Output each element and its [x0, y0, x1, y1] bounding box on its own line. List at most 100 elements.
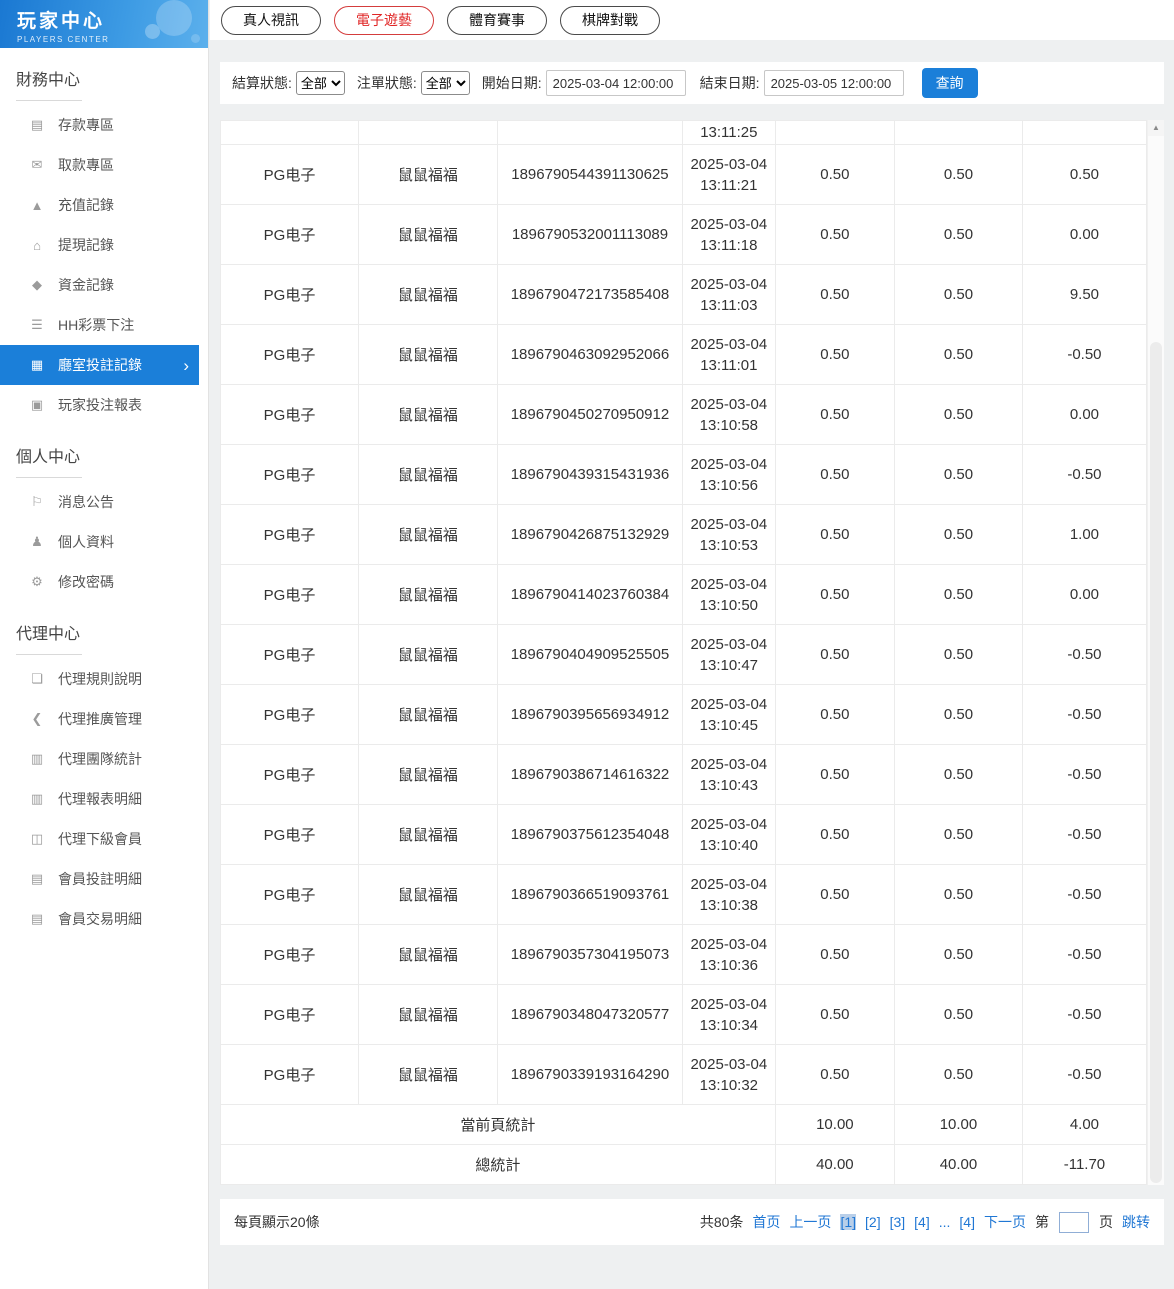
- category-tab[interactable]: 電子遊藝: [334, 5, 434, 35]
- sidebar-header: 玩家中心 PLAYERS CENTER: [0, 0, 208, 48]
- list-icon: ▤: [30, 871, 44, 886]
- chart-icon: ▥: [30, 751, 44, 766]
- sidebar-item-label: HH彩票下注: [58, 317, 135, 333]
- table-scrollbar[interactable]: ▲: [1147, 120, 1164, 1185]
- table-row-partial: 13:11:25: [220, 120, 1148, 145]
- bet-date: 2025-03-04: [690, 935, 768, 953]
- sidebar-item-label: 廳室投註記錄: [58, 357, 142, 373]
- sidebar-item[interactable]: ❮ 代理推廣管理: [0, 699, 208, 739]
- withdraw-icon: ✉: [31, 157, 43, 172]
- page-number-link[interactable]: [1]: [840, 1214, 857, 1230]
- sidebar-item[interactable]: ⚐ 消息公告: [0, 482, 208, 522]
- bet-time-cell: 2025-03-04 13:10:50: [682, 564, 776, 625]
- bet-time-cell: 2025-03-04 13:11:21: [682, 144, 776, 205]
- page-number-link[interactable]: [3]: [890, 1214, 906, 1230]
- bet-amount-cell: 0.50: [774, 144, 896, 205]
- page-jump-input[interactable]: [1059, 1211, 1089, 1233]
- table-row: PG电子 鼠鼠福福 1896790532001113089 2025-03-04 13:…: [220, 204, 1148, 265]
- sidebar-item[interactable]: ▦ 廳室投註記錄 ›: [0, 345, 199, 385]
- sidebar-item[interactable]: ❏ 代理規則說明: [0, 659, 208, 699]
- bet-date: 2025-03-04: [690, 875, 768, 893]
- game-cell: 鼠鼠福福: [357, 204, 498, 265]
- provider-cell: PG电子: [220, 384, 359, 445]
- valid-bet-cell: 0.50: [894, 264, 1023, 325]
- bet-amount-cell: 0.50: [774, 864, 896, 925]
- sidebar-item[interactable]: ▤ 存款專區: [0, 105, 208, 145]
- page-number-link[interactable]: [4]: [914, 1214, 930, 1230]
- sidebar-item[interactable]: ▥ 代理報表明細: [0, 779, 208, 819]
- sidebar-section-title: 個人中心: [16, 437, 192, 478]
- sidebar-item[interactable]: ◫ 代理下級會員: [0, 819, 208, 859]
- sidebar-item[interactable]: ☰ HH彩票下注: [0, 305, 208, 345]
- sidebar-item[interactable]: ▥ 代理團隊統計: [0, 739, 208, 779]
- sidebar-item[interactable]: ♟ 個人資料: [0, 522, 208, 562]
- end-date-input[interactable]: [763, 70, 904, 96]
- first-page-link[interactable]: 首页: [752, 1212, 780, 1232]
- game-cell: 鼠鼠福福: [357, 504, 498, 565]
- sidebar-item-label: 修改密碼: [58, 574, 114, 590]
- bet-time: 13:10:58: [699, 416, 759, 434]
- sidebar-item-label: 存款專區: [58, 117, 114, 133]
- summary-bet-cell: 40.00: [774, 1144, 896, 1185]
- sidebar-item[interactable]: ▲ 充值記錄: [0, 185, 208, 225]
- bell-icon: ⚐: [31, 494, 43, 509]
- jump-button[interactable]: 跳转: [1122, 1212, 1150, 1232]
- game-cell: 鼠鼠福福: [357, 564, 498, 625]
- sidebar-item[interactable]: ▤ 會員交易明細: [0, 899, 208, 939]
- category-tab[interactable]: 體育賽事: [447, 5, 547, 35]
- bet-time: 13:10:50: [699, 596, 759, 614]
- sidebar-item-label: 代理推廣管理: [58, 711, 142, 727]
- game-cell: 鼠鼠福福: [357, 1044, 498, 1105]
- bet-amount-cell: 0.50: [774, 324, 896, 385]
- bet-time: 13:10:36: [699, 956, 759, 974]
- win-loss-cell: -0.50: [1021, 924, 1148, 985]
- bet-time: 13:10:34: [699, 1016, 759, 1034]
- category-tab[interactable]: 真人視訊: [221, 5, 321, 35]
- win-loss-cell: 0.00: [1021, 204, 1148, 265]
- next-page-link[interactable]: 下一页: [984, 1212, 1026, 1232]
- table-row: PG电子 鼠鼠福福 1896790375612354048 2025-03-04 13:…: [220, 804, 1148, 865]
- provider-cell: PG电子: [220, 744, 359, 805]
- provider-cell: PG电子: [220, 684, 359, 745]
- bet-time-cell: 2025-03-04 13:11:18: [682, 204, 776, 265]
- order-status-select[interactable]: 全部: [420, 71, 470, 95]
- bet-time: 13:10:40: [699, 836, 759, 854]
- start-date-input[interactable]: [545, 70, 686, 96]
- sidebar-item[interactable]: ▤ 會員投註明細: [0, 859, 208, 899]
- jump-prefix-label: 第: [1035, 1214, 1049, 1230]
- sidebar-section-title: 代理中心: [16, 614, 192, 655]
- scrollbar-thumb[interactable]: [1150, 341, 1162, 1183]
- sidebar-item-label: 個人資料: [58, 534, 114, 550]
- sidebar-item[interactable]: ✉ 取款專區: [0, 145, 208, 185]
- valid-bet-cell: 0.50: [894, 144, 1023, 205]
- sidebar-item[interactable]: ⌂ 提現記錄: [0, 225, 208, 265]
- settle-status-select[interactable]: 全部: [295, 71, 345, 95]
- sidebar-item[interactable]: ▣ 玩家投注報表: [0, 385, 208, 425]
- chart-icon: ▥: [30, 791, 44, 806]
- game-cell: [357, 120, 498, 145]
- search-button[interactable]: 查詢: [921, 68, 978, 98]
- bet-amount-cell: 0.50: [774, 624, 896, 685]
- prev-page-link[interactable]: 上一页: [789, 1212, 831, 1232]
- bet-time-cell: 2025-03-04 13:10:53: [682, 504, 776, 565]
- bet-amount-cell: [774, 120, 896, 145]
- bet-time: 13:10:56: [699, 476, 759, 494]
- bet-time: 13:11:03: [700, 296, 758, 314]
- table-row: PG电子 鼠鼠福福 1896790366519093761 2025-03-04 13:…: [220, 864, 1148, 925]
- doc-icon: ❏: [31, 671, 43, 686]
- table-row: PG电子 鼠鼠福福 1896790395656934912 2025-03-04 13:…: [220, 684, 1148, 745]
- category-tab[interactable]: 棋牌對戰: [560, 5, 660, 35]
- table-row: PG电子 鼠鼠福福 1896790472173585408 2025-03-04 13:…: [220, 264, 1148, 325]
- sidebar-item[interactable]: ◆ 資金記錄: [0, 265, 208, 305]
- page-number-link[interactable]: [2]: [865, 1214, 881, 1230]
- page-number-link[interactable]: [4]: [959, 1214, 975, 1230]
- bet-amount-cell: 0.50: [774, 264, 896, 325]
- table-row: PG电子 鼠鼠福福 1896790463092952066 2025-03-04 13:…: [220, 324, 1148, 385]
- bet-time: 13:10:47: [699, 656, 759, 674]
- provider-cell: PG电子: [220, 204, 359, 265]
- order-id-cell: 1896790366519093761: [496, 864, 684, 925]
- win-loss-cell: 0.50: [1021, 144, 1148, 205]
- sidebar-item[interactable]: ⚙ 修改密碼: [0, 562, 208, 602]
- order-id-cell: 1896790439315431936: [496, 444, 684, 505]
- scroll-up-arrow-icon[interactable]: ▲: [1148, 120, 1164, 136]
